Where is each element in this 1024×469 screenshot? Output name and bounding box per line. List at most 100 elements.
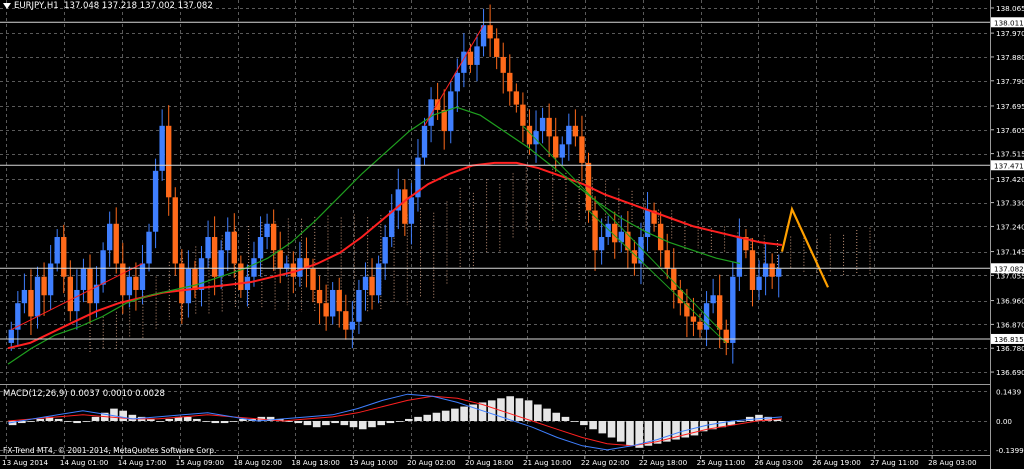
bull-candle <box>159 125 165 171</box>
bear-candle <box>343 311 349 330</box>
bull-candle <box>454 72 460 92</box>
price-tick-label: 137.420 <box>996 175 1024 184</box>
bear-candle <box>166 125 172 198</box>
macd-histogram-bar <box>294 421 303 424</box>
bull-candle <box>152 170 159 232</box>
time-tick-label: 19 Aug 10:00 <box>349 458 398 467</box>
time-tick-label: 13 Aug 2014 <box>2 458 48 467</box>
bear-candle <box>41 276 47 296</box>
bull-candle <box>356 289 362 322</box>
bear-candle <box>500 56 506 73</box>
macd-header: MACD(12,26,9) 0.0037 0.0010 0.0028 <box>3 389 165 399</box>
macd-histogram-bar <box>165 418 174 421</box>
macd-histogram-bar <box>312 421 321 428</box>
bear-candle <box>467 51 474 65</box>
price-tick-label: 137.515 <box>996 150 1024 159</box>
macd-histogram-bar <box>616 421 625 442</box>
bull-candle <box>382 237 388 264</box>
macd-histogram-bar <box>405 418 413 421</box>
price-tick-label: 136.780 <box>996 344 1024 353</box>
bull-candle <box>218 250 224 277</box>
macd-histogram-bar <box>73 421 81 424</box>
time-tick-label: 18 Aug 18:00 <box>291 458 340 467</box>
time-tick-label: 20 Aug 18:00 <box>465 458 514 467</box>
macd-histogram-bar <box>156 421 164 422</box>
bull-candle <box>54 237 60 264</box>
price-tick-label: 136.960 <box>996 297 1024 306</box>
macd-histogram-bar <box>220 421 229 424</box>
bear-candle <box>211 237 218 277</box>
chevron-down-icon[interactable] <box>3 2 11 9</box>
bear-candle <box>507 72 513 92</box>
bear-candle <box>441 109 447 132</box>
bull-candle <box>408 197 415 224</box>
macd-histogram-bar <box>414 416 422 421</box>
bear-candle <box>369 276 375 296</box>
price-tick-label: 137.790 <box>996 77 1024 86</box>
macd-histogram-bar <box>570 421 579 422</box>
bull-candle <box>100 250 106 285</box>
bear-candle <box>192 268 198 290</box>
macd-histogram-bar <box>27 421 35 422</box>
bull-candle <box>21 289 28 304</box>
price-tick-label: 137.240 <box>996 222 1024 231</box>
bear-candle <box>664 250 670 269</box>
macd-histogram-bar <box>506 396 514 421</box>
time-tick-label: 26 Aug 19:00 <box>812 458 861 467</box>
copyright-text: FX-Trend MT4, © 2001-2014, MetaQuotes So… <box>3 446 217 455</box>
symbol-header[interactable]: EURJPY,H1 137.048 137.218 137.002 137.08… <box>3 1 213 11</box>
bull-candle <box>710 295 716 304</box>
bear-candle <box>572 125 579 137</box>
bear-candle <box>690 316 697 322</box>
bull-candle <box>776 268 782 277</box>
macd-histogram-bar <box>755 414 763 421</box>
time-tick-label: 20 Aug 02:00 <box>407 458 456 467</box>
macd-histogram-bar <box>331 421 339 424</box>
price-tick-label: 137.880 <box>996 53 1024 62</box>
bear-candle <box>179 263 185 304</box>
bull-candle <box>8 329 14 343</box>
macd-histogram-bar <box>193 418 201 421</box>
bear-candle <box>671 268 677 290</box>
macd-histogram-bar <box>441 410 450 421</box>
bear-candle <box>113 223 119 264</box>
macd-histogram-bar <box>395 421 404 422</box>
price-marker-label: 138.011 <box>994 18 1024 27</box>
macd-histogram-bar <box>460 406 468 421</box>
bull-candle <box>106 223 113 251</box>
macd-histogram-bar <box>183 416 192 421</box>
bear-candle <box>61 237 67 277</box>
price-marker-label: 137.082 <box>994 264 1024 273</box>
macd-histogram-bar <box>54 418 63 421</box>
macd-histogram-bar <box>322 421 330 426</box>
macd-tick-label: 0.00 <box>996 417 1012 426</box>
bull-candle <box>428 99 434 126</box>
macd-histogram-bar <box>451 408 459 421</box>
bull-candle <box>756 276 762 290</box>
time-tick-label: 26 Aug 03:00 <box>754 458 803 467</box>
macd-histogram-bar <box>303 421 312 426</box>
bull-candle <box>736 237 743 277</box>
bull-candle <box>605 223 611 238</box>
time-tick-label: 18 Aug 02:00 <box>234 458 283 467</box>
bear-candle <box>238 263 244 290</box>
bull-candle <box>421 125 428 158</box>
bull-candle <box>448 91 454 132</box>
macd-histogram-bar <box>119 410 127 421</box>
price-tick-label: 136.870 <box>996 320 1024 329</box>
bear-candle <box>87 268 93 304</box>
bull-candle <box>330 289 336 317</box>
symbol-label: EURJPY,H1 <box>14 1 59 11</box>
bear-candle <box>717 295 723 330</box>
macd-histogram-bar <box>534 404 542 421</box>
bull-candle <box>349 321 356 330</box>
bear-candle <box>231 231 237 264</box>
macd-histogram-bar <box>349 421 358 428</box>
bear-candle <box>769 263 775 277</box>
macd-histogram-bar <box>580 421 588 426</box>
macd-histogram-bar <box>543 408 551 421</box>
time-tick-label: 22 Aug 02:00 <box>581 458 630 467</box>
bull-candle <box>762 263 769 277</box>
bull-candle <box>730 276 736 343</box>
macd-histogram-bar <box>598 421 607 434</box>
